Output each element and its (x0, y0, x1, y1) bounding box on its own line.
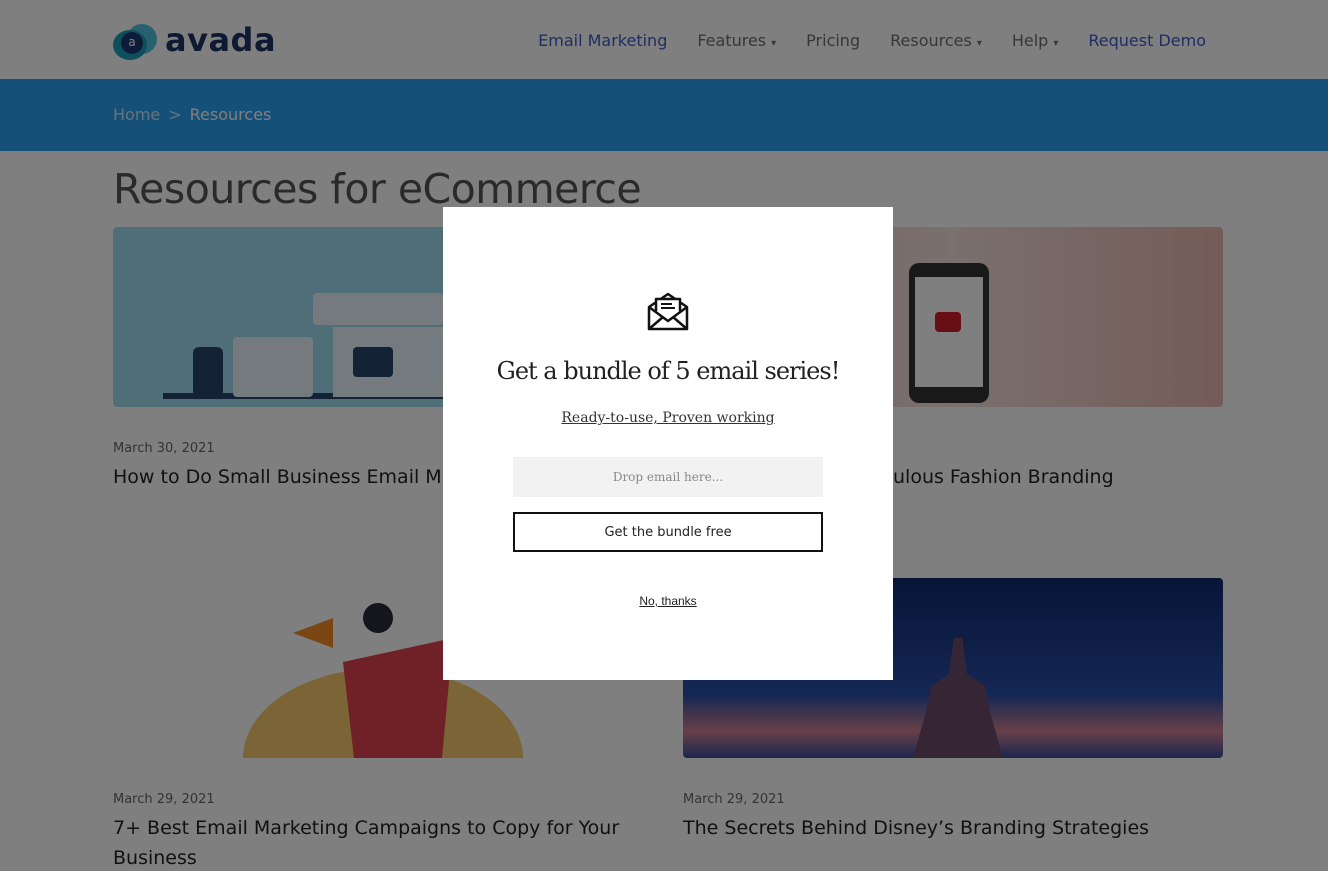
open-envelope-icon (647, 292, 689, 331)
no-thanks-link[interactable]: No, thanks (443, 594, 893, 608)
email-signup-modal: Get a bundle of 5 email series! Ready-to… (443, 207, 893, 680)
modal-title: Get a bundle of 5 email series! (496, 357, 841, 385)
email-input[interactable] (513, 457, 823, 497)
modal-subtitle-link[interactable]: Ready-to-use, Proven working (443, 410, 893, 426)
get-bundle-button[interactable]: Get the bundle free (513, 512, 823, 552)
